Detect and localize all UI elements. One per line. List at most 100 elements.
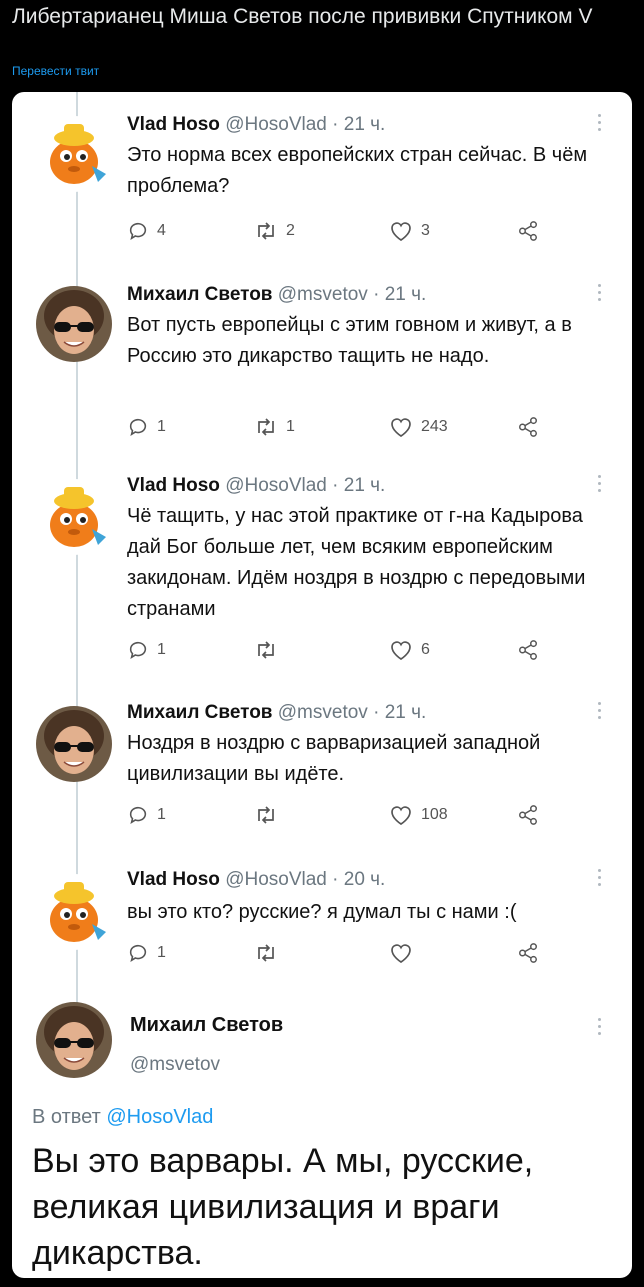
retweet-button[interactable] bbox=[254, 804, 286, 826]
like-button[interactable]: 3 bbox=[389, 220, 430, 242]
more-options-icon[interactable] bbox=[598, 284, 604, 305]
author-name[interactable]: Vlad Hoso bbox=[127, 475, 220, 496]
tweet-header: Vlad Hoso @HosoVlad · 20 ч. bbox=[127, 869, 385, 891]
retweet-button[interactable]: 2 bbox=[254, 220, 295, 242]
heart-icon bbox=[391, 418, 411, 437]
heart-icon bbox=[391, 944, 411, 963]
orange-bear-avatar-icon bbox=[36, 116, 112, 192]
heart-icon bbox=[391, 806, 411, 825]
main-author-name[interactable]: Михаил Светов bbox=[130, 1014, 283, 1037]
main-tweet-text: Вы это варвары. А мы, русские, великая ц… bbox=[32, 1142, 534, 1272]
reply-count: 1 bbox=[157, 418, 166, 435]
reply-icon bbox=[129, 944, 147, 963]
author-handle[interactable]: @msvetov bbox=[278, 284, 368, 305]
orange-bear-avatar-icon bbox=[36, 874, 112, 950]
like-button[interactable]: 6 bbox=[389, 639, 430, 661]
reply-icon bbox=[129, 806, 147, 825]
author-name[interactable]: Vlad Hoso bbox=[127, 114, 220, 135]
author-name[interactable]: Михаил Светов bbox=[127, 284, 272, 305]
reply-count: 1 bbox=[157, 944, 166, 961]
like-count: 108 bbox=[421, 806, 448, 823]
separator: · bbox=[332, 114, 339, 135]
author-handle[interactable]: @msvetov bbox=[278, 702, 368, 723]
share-button[interactable] bbox=[517, 942, 539, 964]
separator: · bbox=[373, 702, 380, 723]
tweet-text: Это норма всех европейских стран сейчас.… bbox=[127, 144, 588, 197]
heart-icon bbox=[391, 641, 411, 660]
tweet-actions: 1 1 243 bbox=[127, 416, 547, 440]
retweet-icon bbox=[258, 806, 274, 824]
avatar[interactable] bbox=[36, 874, 112, 950]
retweet-icon bbox=[258, 418, 274, 436]
retweet-button[interactable] bbox=[254, 639, 286, 661]
author-name[interactable]: Vlad Hoso bbox=[127, 869, 220, 890]
tweet-header: Михаил Светов @msvetov · 21 ч. bbox=[127, 284, 426, 306]
share-button[interactable] bbox=[517, 639, 539, 661]
reply-button[interactable]: 1 bbox=[127, 639, 166, 661]
reply-prefix: В ответ bbox=[32, 1106, 101, 1128]
author-handle[interactable]: @HosoVlad bbox=[225, 869, 327, 890]
orange-bear-avatar-icon bbox=[36, 479, 112, 555]
timestamp[interactable]: 21 ч. bbox=[344, 114, 386, 135]
more-options-icon[interactable] bbox=[598, 869, 604, 890]
tweet-text: вы это кто? русские? я думал ты с нами :… bbox=[127, 901, 517, 923]
separator: · bbox=[332, 475, 339, 496]
more-options-icon[interactable] bbox=[598, 1018, 604, 1039]
reply-to-link[interactable]: @HosoVlad bbox=[106, 1106, 213, 1128]
timestamp[interactable]: 20 ч. bbox=[344, 869, 386, 890]
tweet-actions: 1 bbox=[127, 942, 547, 966]
tweet-header: Vlad Hoso @HosoVlad · 21 ч. bbox=[127, 114, 385, 136]
reply-button[interactable]: 4 bbox=[127, 220, 166, 242]
retweet-button[interactable]: 1 bbox=[254, 416, 295, 438]
share-icon bbox=[519, 640, 537, 660]
screenshot-card: Vlad Hoso @HosoVlad · 21 ч. Это норма вс… bbox=[12, 92, 632, 1278]
timestamp[interactable]: 21 ч. bbox=[385, 702, 427, 723]
avatar[interactable] bbox=[36, 116, 112, 192]
author-name[interactable]: Михаил Светов bbox=[127, 702, 272, 723]
retweet-count: 2 bbox=[286, 222, 295, 239]
author-handle[interactable]: @HosoVlad bbox=[225, 475, 327, 496]
man-sunglasses-avatar-icon bbox=[36, 1002, 112, 1078]
retweet-count: 1 bbox=[286, 418, 295, 435]
reply-icon bbox=[129, 222, 147, 241]
avatar[interactable] bbox=[36, 706, 112, 782]
man-sunglasses-avatar-icon bbox=[36, 286, 112, 362]
timestamp[interactable]: 21 ч. bbox=[385, 284, 427, 305]
reply-count: 4 bbox=[157, 222, 166, 239]
more-options-icon[interactable] bbox=[598, 702, 604, 723]
like-button[interactable] bbox=[389, 942, 421, 964]
timestamp[interactable]: 21 ч. bbox=[344, 475, 386, 496]
reply-icon bbox=[129, 641, 147, 660]
share-icon bbox=[519, 943, 537, 963]
reply-button[interactable]: 1 bbox=[127, 416, 166, 438]
share-button[interactable] bbox=[517, 416, 539, 438]
like-count: 243 bbox=[421, 418, 448, 435]
heart-icon bbox=[391, 222, 411, 241]
tweet-actions: 1 108 bbox=[127, 804, 547, 828]
more-options-icon[interactable] bbox=[598, 114, 604, 135]
reply-context: В ответ @HosoVlad bbox=[32, 1106, 213, 1129]
share-icon bbox=[519, 221, 537, 241]
author-handle[interactable]: @HosoVlad bbox=[225, 114, 327, 135]
share-button[interactable] bbox=[517, 804, 539, 826]
reply-icon bbox=[129, 418, 147, 437]
reply-button[interactable]: 1 bbox=[127, 942, 166, 964]
like-button[interactable]: 243 bbox=[389, 416, 448, 438]
retweet-icon bbox=[258, 222, 274, 240]
tweet-header: Михаил Светов @msvetov · 21 ч. bbox=[127, 702, 426, 724]
tweet-text: Чё тащить, у нас этой практике от г-на К… bbox=[127, 505, 586, 620]
like-button[interactable]: 108 bbox=[389, 804, 448, 826]
retweet-icon bbox=[258, 944, 274, 962]
avatar[interactable] bbox=[36, 479, 112, 555]
avatar[interactable] bbox=[36, 286, 112, 362]
main-author-handle[interactable]: @msvetov bbox=[130, 1054, 220, 1076]
like-count: 6 bbox=[421, 641, 430, 658]
avatar[interactable] bbox=[36, 1002, 112, 1078]
reply-button[interactable]: 1 bbox=[127, 804, 166, 826]
post-title: Либертарианец Миша Светов после прививки… bbox=[12, 5, 593, 28]
more-options-icon[interactable] bbox=[598, 475, 604, 496]
translate-link[interactable]: Перевести твит bbox=[12, 64, 99, 78]
retweet-button[interactable] bbox=[254, 942, 286, 964]
share-button[interactable] bbox=[517, 220, 539, 242]
separator: · bbox=[332, 869, 339, 890]
